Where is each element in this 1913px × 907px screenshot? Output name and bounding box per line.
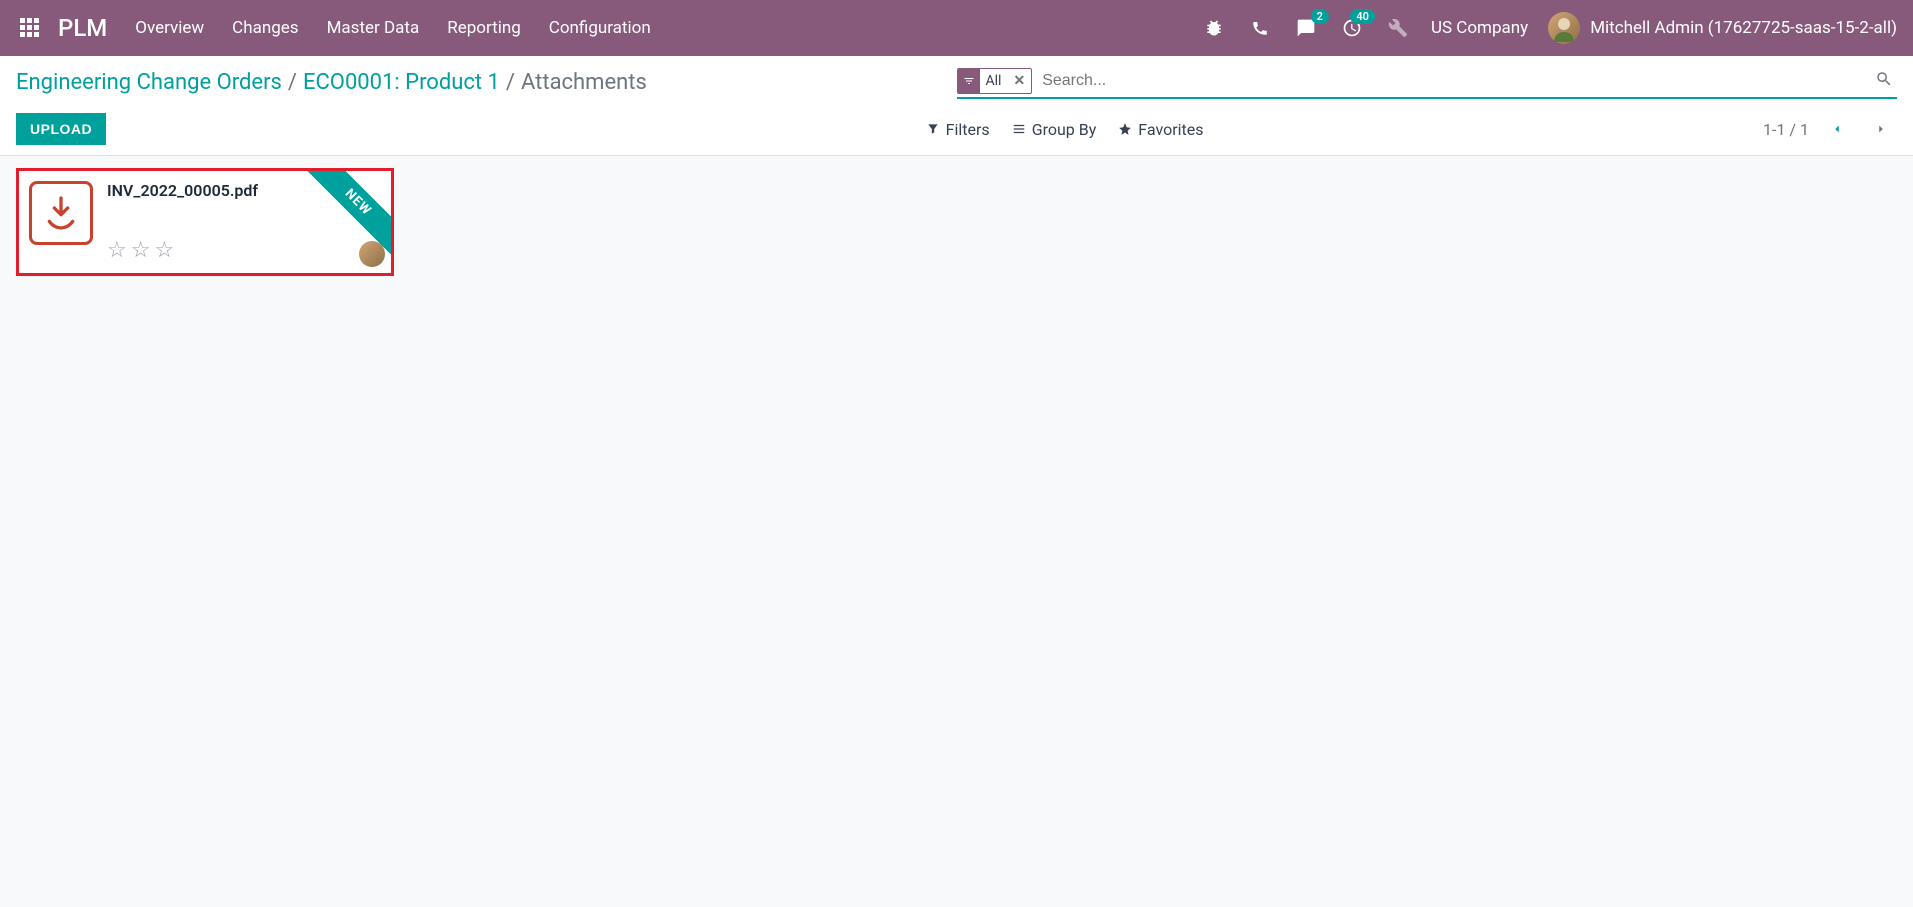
card-body: INV_2022_00005.pdf ☆ ☆ ☆ <box>107 181 381 263</box>
star-3[interactable]: ☆ <box>154 238 174 263</box>
filters-menu[interactable]: Filters <box>926 120 990 139</box>
pager-prev-icon[interactable] <box>1821 113 1853 145</box>
search-box: All ✕ <box>957 66 1898 99</box>
group-by-label: Group By <box>1032 120 1097 139</box>
facet-remove-icon[interactable]: ✕ <box>1007 73 1031 89</box>
filters-label: Filters <box>946 120 990 139</box>
pager-range[interactable]: 1-1 / 1 <box>1763 120 1809 139</box>
star-2[interactable]: ☆ <box>131 238 151 263</box>
list-icon <box>1012 122 1026 136</box>
breadcrumb-root[interactable]: Engineering Change Orders <box>16 70 282 95</box>
breadcrumb-record[interactable]: ECO0001: Product 1 <box>303 70 500 95</box>
debug-icon[interactable] <box>1201 15 1227 41</box>
app-brand[interactable]: PLM <box>58 14 107 42</box>
nav-right: 2 40 US Company Mitchell Admin (17627725… <box>1201 12 1897 44</box>
breadcrumb: Engineering Change Orders / ECO0001: Pro… <box>16 70 647 95</box>
activities-icon[interactable]: 40 <box>1339 15 1365 41</box>
phone-icon[interactable] <box>1247 15 1273 41</box>
nav-changes[interactable]: Changes <box>232 18 298 38</box>
favorites-menu[interactable]: Favorites <box>1118 120 1203 139</box>
activities-badge: 40 <box>1350 9 1375 24</box>
nav-overview[interactable]: Overview <box>135 18 204 38</box>
breadcrumb-current: Attachments <box>521 70 647 95</box>
apps-menu-icon[interactable] <box>16 14 44 42</box>
star-1[interactable]: ☆ <box>107 238 127 263</box>
search-button[interactable] <box>1871 66 1897 95</box>
attachment-filename: INV_2022_00005.pdf <box>107 181 381 200</box>
user-avatar-icon <box>1548 12 1580 44</box>
messages-badge: 2 <box>1311 9 1329 24</box>
top-navbar: PLM Overview Changes Master Data Reporti… <box>0 0 1913 56</box>
pdf-file-icon <box>29 181 93 245</box>
nav-configuration[interactable]: Configuration <box>549 18 651 38</box>
messages-icon[interactable]: 2 <box>1293 15 1319 41</box>
user-name: Mitchell Admin (17627725-saas-15-2-all) <box>1590 18 1897 38</box>
search-options: Filters Group By Favorites <box>666 120 1204 139</box>
favorites-label: Favorites <box>1138 120 1203 139</box>
attachments-list: INV_2022_00005.pdf ☆ ☆ ☆ NEW <box>0 156 1913 288</box>
group-by-menu[interactable]: Group By <box>1012 120 1097 139</box>
nav-reporting[interactable]: Reporting <box>447 18 521 38</box>
search-facet: All ✕ <box>957 68 1033 94</box>
pager-next-icon[interactable] <box>1865 113 1897 145</box>
funnel-icon <box>926 122 940 136</box>
facet-label: All <box>980 73 1008 89</box>
star-icon <box>1118 122 1132 136</box>
control-panel: Engineering Change Orders / ECO0001: Pro… <box>0 56 1913 156</box>
breadcrumb-sep: / <box>288 70 297 95</box>
nav-master-data[interactable]: Master Data <box>327 18 420 38</box>
owner-avatar-icon <box>359 241 385 267</box>
tools-icon[interactable] <box>1385 15 1411 41</box>
company-selector[interactable]: US Company <box>1431 18 1528 38</box>
filter-facet-icon <box>958 69 980 93</box>
attachment-card[interactable]: INV_2022_00005.pdf ☆ ☆ ☆ NEW <box>16 168 394 276</box>
pager: 1-1 / 1 <box>1763 113 1897 145</box>
search-input[interactable] <box>1038 68 1871 94</box>
breadcrumb-sep: / <box>506 70 515 95</box>
user-menu[interactable]: Mitchell Admin (17627725-saas-15-2-all) <box>1548 12 1897 44</box>
priority-stars: ☆ ☆ ☆ <box>107 238 381 263</box>
upload-button[interactable]: UPLOAD <box>16 113 106 145</box>
nav-menu: Overview Changes Master Data Reporting C… <box>135 18 650 38</box>
